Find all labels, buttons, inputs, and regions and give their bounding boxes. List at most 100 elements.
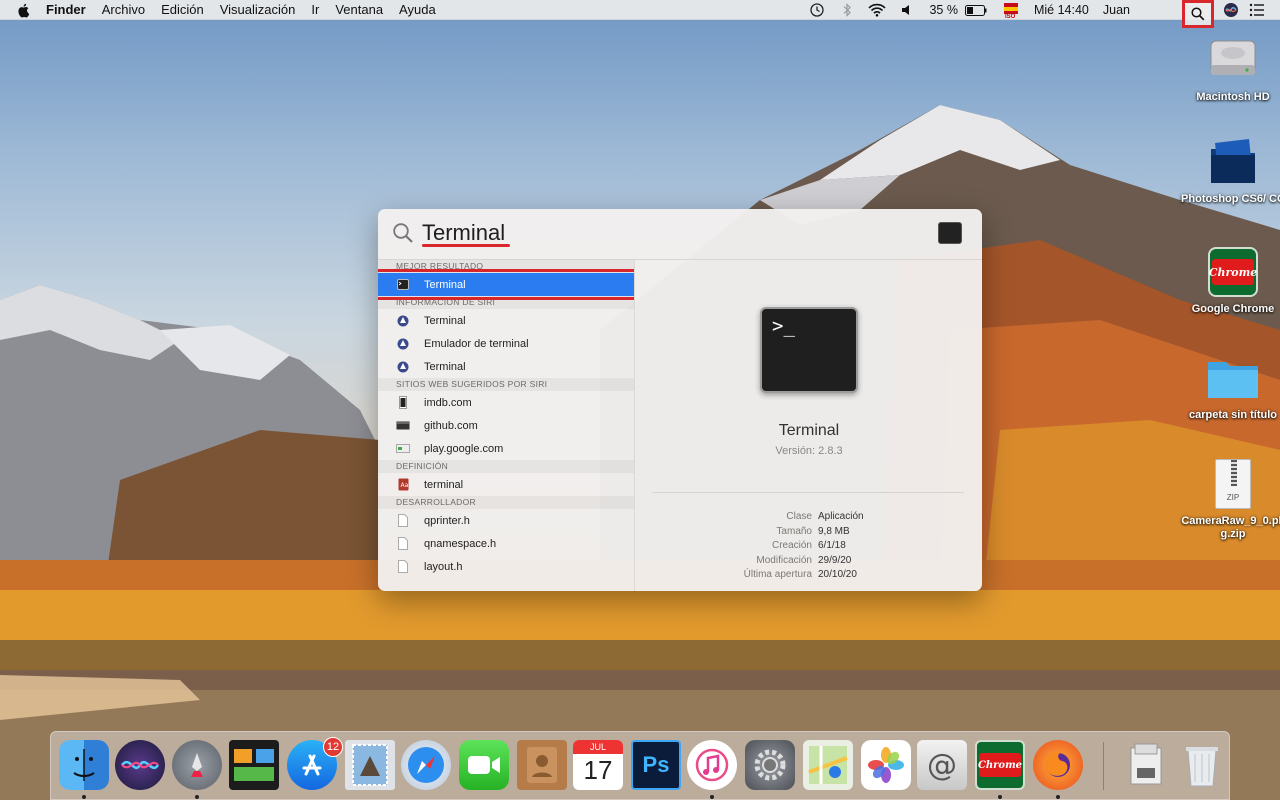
dock-safari-icon[interactable] <box>401 740 451 790</box>
running-indicator <box>82 795 86 799</box>
result-web-github[interactable]: github.com <box>378 414 634 437</box>
dock-siri-icon[interactable] <box>115 740 165 790</box>
result-dev-qnamespace[interactable]: qnamespace.h <box>378 532 634 555</box>
dock-launchpad-icon[interactable] <box>172 740 222 790</box>
menu-ir[interactable]: Ir <box>311 2 319 17</box>
dock-photoshop-icon[interactable]: Ps <box>631 740 681 790</box>
input-source-flag-icon[interactable]: ISO <box>1002 0 1020 20</box>
result-dev-qprinter[interactable]: qprinter.h <box>378 509 634 532</box>
desktop-icon-macintosh-hd[interactable]: Macintosh HD <box>1181 32 1280 104</box>
meta-row-clase: Clase Aplicación <box>636 510 982 525</box>
result-label: play.google.com <box>424 442 504 455</box>
desktop-icon-photoshop[interactable]: Photoshop CS6/ CC <box>1181 134 1280 206</box>
result-siri-terminal-2[interactable]: Terminal <box>378 355 634 378</box>
dock-downloads-stack-icon[interactable] <box>1121 740 1171 790</box>
spotlight-menubar-button[interactable] <box>1182 0 1214 28</box>
desktop-icon-zip[interactable]: ZIP CameraRaw_9_0.pk g.zip <box>1181 456 1280 541</box>
dock-trash-icon[interactable] <box>1177 740 1227 790</box>
dock-mail-stamp-icon[interactable] <box>345 740 395 790</box>
dock-firefox-icon[interactable] <box>1033 740 1083 790</box>
clock[interactable]: Mié 14:40 <box>1034 3 1089 17</box>
folder-icon <box>1205 350 1261 406</box>
dock-itunes-icon[interactable] <box>687 740 737 790</box>
photoshop-icon-text: Ps <box>642 752 670 777</box>
menu-finder[interactable]: Finder <box>46 2 86 17</box>
dock-app-store-icon[interactable]: 12 <box>287 737 343 790</box>
user-name[interactable]: Juan <box>1103 3 1130 17</box>
notification-badge: 12 <box>323 737 343 757</box>
meta-value: 29/9/20 <box>818 554 852 566</box>
menu-visualizacion[interactable]: Visualización <box>220 2 296 17</box>
query-underline-annotation <box>422 244 510 247</box>
result-web-play-google[interactable]: play.google.com <box>378 437 634 460</box>
result-label: Terminal <box>424 314 466 327</box>
dock-mission-control-icon[interactable] <box>229 740 279 790</box>
dock-photos-icon[interactable] <box>861 740 911 790</box>
battery-icon[interactable] <box>964 0 988 20</box>
siri-icon[interactable] <box>1222 0 1240 20</box>
desktop-icon-google-chrome[interactable]: Chrome Google Chrome <box>1181 244 1280 316</box>
result-definition-terminal[interactable]: Aa terminal <box>378 473 634 496</box>
bluetooth-icon[interactable] <box>841 0 853 20</box>
dock-facetime-icon[interactable] <box>459 740 509 790</box>
result-label: qprinter.h <box>424 514 470 527</box>
spotlight-window: Terminal MEJOR RESULTADO Terminal INFORM… <box>378 209 982 591</box>
meta-key: Clase <box>786 511 812 522</box>
result-label: Terminal <box>424 278 466 291</box>
section-header-definition: DEFINICIÓN <box>378 460 634 473</box>
spotlight-search-input[interactable]: Terminal <box>422 220 505 246</box>
dock-system-preferences-icon[interactable] <box>745 740 795 790</box>
spotlight-preview-pane: >_ Terminal Versión: 2.8.3 Clase Aplicaci… <box>636 260 982 591</box>
wifi-icon[interactable] <box>867 0 887 20</box>
dock-calendar-icon[interactable]: JUL 17 <box>573 740 623 790</box>
menu-edicion[interactable]: Edición <box>161 2 204 17</box>
svg-text:Aa: Aa <box>400 482 408 489</box>
running-indicator <box>998 795 1002 799</box>
chrome-app-icon: Chrome <box>1205 244 1261 300</box>
dock-mail-icon[interactable]: @ <box>917 740 967 790</box>
result-siri-emulador[interactable]: Emulador de terminal <box>378 332 634 355</box>
meta-row-creacion: Creación 6/1/18 <box>636 539 982 554</box>
dock-chrome-icon[interactable]: Chrome <box>975 740 1025 790</box>
document-icon <box>396 514 410 528</box>
meta-value: Aplicación <box>818 511 864 522</box>
siri-knowledge-icon <box>396 360 410 374</box>
result-web-imdb[interactable]: imdb.com <box>378 391 634 414</box>
webpage-icon <box>396 419 410 433</box>
dock-separator <box>1103 742 1104 790</box>
siri-knowledge-icon <box>396 337 410 351</box>
document-icon <box>396 560 410 574</box>
terminal-icon <box>396 278 410 292</box>
dock-finder-icon[interactable] <box>59 740 109 790</box>
result-label: Terminal <box>424 360 466 373</box>
preview-divider <box>652 492 964 493</box>
preview-metadata: Clase Aplicación Tamaño 9,8 MB Creación 6/1… <box>636 510 982 583</box>
apple-menu-icon[interactable] <box>16 2 32 18</box>
menu-archivo[interactable]: Archivo <box>102 2 145 17</box>
meta-value: 9,8 MB <box>818 525 850 537</box>
time-machine-icon[interactable] <box>807 0 827 20</box>
result-terminal-app[interactable]: Terminal <box>378 269 634 300</box>
result-label: imdb.com <box>424 396 472 409</box>
desktop-icon-new-folder[interactable]: carpeta sin título <box>1181 350 1280 422</box>
meta-value: 6/1/18 <box>818 540 846 551</box>
result-siri-terminal[interactable]: Terminal <box>378 309 634 332</box>
dock-contacts-icon[interactable] <box>517 740 567 790</box>
result-dev-layout[interactable]: layout.h <box>378 555 634 578</box>
meta-row-ultima-apertura: Última apertura 20/10/20 <box>636 568 982 583</box>
document-icon <box>396 537 410 551</box>
menu-ayuda[interactable]: Ayuda <box>399 2 436 17</box>
search-icon <box>1191 7 1205 21</box>
running-indicator <box>195 795 199 799</box>
desktop-icon-label: Photoshop CS6/ CC <box>1181 193 1280 205</box>
dock: 12 JUL 17 Ps @ Chrome <box>50 731 1230 800</box>
notification-center-icon[interactable] <box>1248 0 1266 20</box>
chrome-icon-text: Chrome <box>978 753 1022 777</box>
menu-ventana[interactable]: Ventana <box>335 2 383 17</box>
battery-percent[interactable]: 35 % <box>929 3 958 17</box>
dock-maps-icon[interactable] <box>803 740 853 790</box>
meta-row-tamano: Tamaño 9,8 MB <box>636 525 982 540</box>
volume-icon[interactable] <box>899 0 915 20</box>
desktop-icon-label: Macintosh HD <box>1196 91 1270 103</box>
section-header-websites: SITIOS WEB SUGERIDOS POR SIRI <box>378 378 634 391</box>
